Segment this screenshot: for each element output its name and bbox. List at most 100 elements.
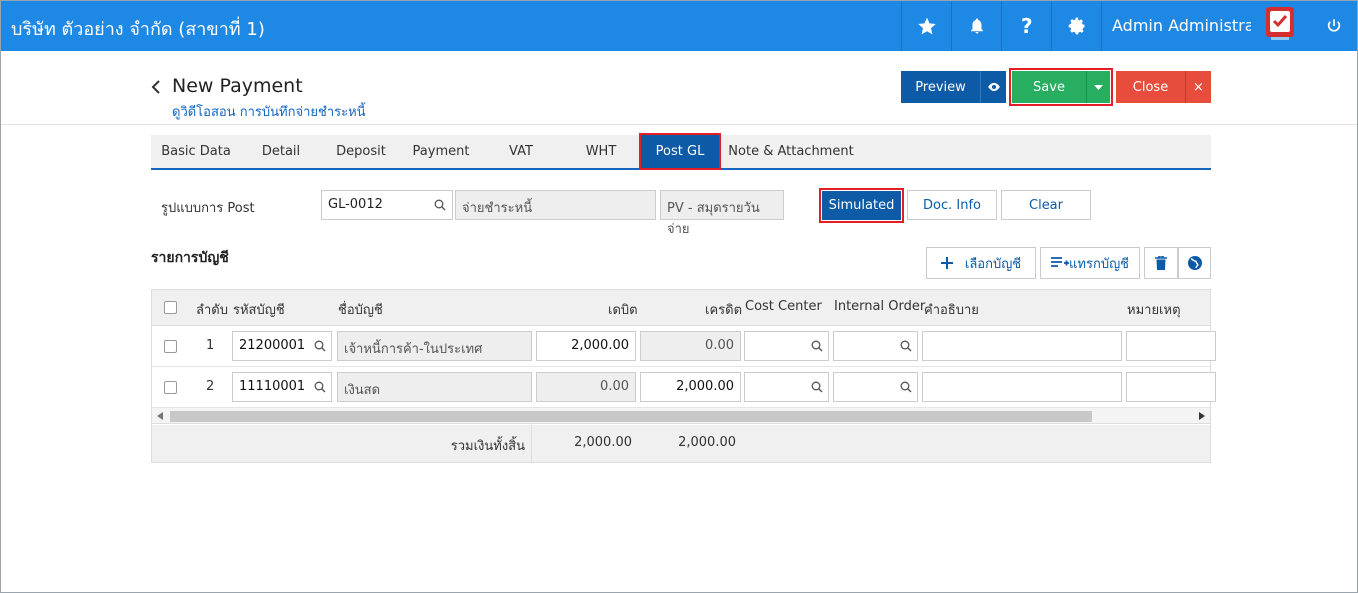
simulated-button[interactable]: Simulated bbox=[822, 191, 901, 220]
tab-wht[interactable]: WHT bbox=[561, 135, 641, 168]
scroll-left-icon[interactable] bbox=[157, 412, 163, 420]
preview-eye-button[interactable] bbox=[980, 71, 1006, 103]
internal-order-input[interactable] bbox=[833, 331, 918, 361]
gear-icon bbox=[1068, 17, 1084, 35]
logout-button[interactable] bbox=[1311, 1, 1357, 51]
eye-icon bbox=[987, 82, 1000, 92]
search-icon[interactable] bbox=[811, 381, 823, 393]
close-button[interactable]: Close bbox=[1116, 71, 1185, 103]
tab-deposit[interactable]: Deposit bbox=[321, 135, 401, 168]
col-internal-order: Internal Order bbox=[834, 299, 926, 314]
credit-input[interactable]: 0.00 bbox=[640, 331, 741, 361]
total-credit: 2,000.00 bbox=[678, 435, 736, 450]
row-no: 2 bbox=[206, 379, 215, 394]
user-menu[interactable]: Admin Administrator bbox=[1101, 1, 1251, 51]
shield-check-icon[interactable] bbox=[1263, 6, 1297, 42]
cost-center-input[interactable] bbox=[744, 372, 829, 402]
account-code-value: 21200001 bbox=[239, 338, 306, 353]
table-row: 1 21200001 เจ้าหนี้การค้า-ในประเทศ 2,000… bbox=[152, 326, 1216, 367]
bell-icon bbox=[970, 18, 983, 34]
credit-input[interactable]: 2,000.00 bbox=[640, 372, 741, 402]
insert-account-button[interactable]: แทรกบัญชี bbox=[1040, 247, 1140, 279]
search-icon[interactable] bbox=[314, 381, 326, 393]
doc-info-button[interactable]: Doc. Info bbox=[907, 190, 997, 220]
globe-icon bbox=[1187, 256, 1202, 270]
description-input[interactable] bbox=[922, 331, 1122, 361]
account-code-value: 11110001 bbox=[239, 379, 306, 394]
caret-down-icon bbox=[1094, 84, 1103, 90]
tab-bar: Basic Data Detail Deposit Payment VAT WH… bbox=[151, 133, 1211, 170]
close-x-button[interactable]: × bbox=[1185, 71, 1211, 103]
scroll-thumb[interactable] bbox=[170, 411, 1092, 422]
insert-account-label: แทรกบัญชี bbox=[1069, 256, 1129, 272]
tab-post-gl[interactable]: Post GL bbox=[639, 133, 721, 170]
power-icon bbox=[1327, 19, 1341, 32]
search-icon[interactable] bbox=[434, 199, 446, 211]
save-dropdown-button[interactable] bbox=[1086, 71, 1110, 103]
total-debit: 2,000.00 bbox=[574, 435, 632, 450]
row-checkbox[interactable] bbox=[164, 340, 177, 353]
tab-note-attachment[interactable]: Note & Attachment bbox=[727, 135, 855, 168]
post-template-code-value: GL-0012 bbox=[328, 197, 383, 212]
settings-button[interactable] bbox=[1051, 1, 1101, 51]
clear-button[interactable]: Clear bbox=[1001, 190, 1091, 220]
remark-input[interactable] bbox=[1126, 372, 1216, 402]
back-chevron-icon[interactable] bbox=[149, 77, 163, 97]
search-icon[interactable] bbox=[900, 340, 912, 352]
accounts-section-title: รายการบัญชี bbox=[151, 250, 229, 266]
save-button[interactable]: Save bbox=[1012, 71, 1086, 103]
post-template-name-field: จ่ายชำระหนี้ bbox=[455, 190, 656, 220]
select-account-label: เลือกบัญชี bbox=[964, 256, 1022, 272]
select-account-button[interactable]: เลือกบัญชี bbox=[926, 247, 1036, 279]
row-checkbox[interactable] bbox=[164, 381, 177, 394]
preview-button[interactable]: Preview bbox=[901, 71, 980, 103]
tab-detail[interactable]: Detail bbox=[241, 135, 321, 168]
col-cost-center: Cost Center bbox=[745, 299, 822, 314]
col-credit: เครดิต bbox=[705, 303, 743, 318]
account-code-input[interactable]: 21200001 bbox=[232, 331, 332, 361]
tutorial-link[interactable]: ดูวิดีโอสอน การบันทึกจ่ายชำระหนี้ bbox=[172, 101, 366, 122]
search-icon[interactable] bbox=[900, 381, 912, 393]
cost-center-input[interactable] bbox=[744, 331, 829, 361]
debit-input[interactable]: 2,000.00 bbox=[536, 331, 636, 361]
trash-icon bbox=[1155, 256, 1167, 270]
search-icon[interactable] bbox=[314, 340, 326, 352]
internal-order-input[interactable] bbox=[833, 372, 918, 402]
globe-button[interactable] bbox=[1178, 247, 1211, 279]
scroll-right-icon[interactable] bbox=[1199, 412, 1205, 420]
insert-rows-icon bbox=[1051, 257, 1070, 267]
tab-payment[interactable]: Payment bbox=[401, 135, 481, 168]
company-name[interactable]: บริษัท ตัวอย่าง จำกัด (สาขาที่ 1) bbox=[11, 14, 265, 43]
plus-icon bbox=[940, 257, 953, 269]
account-name-field: เงินสด bbox=[337, 372, 532, 402]
col-description: คำอธิบาย bbox=[924, 303, 979, 318]
favorite-button[interactable] bbox=[901, 1, 951, 51]
help-button[interactable]: ? bbox=[1001, 1, 1051, 51]
tab-basic-data[interactable]: Basic Data bbox=[151, 135, 241, 168]
col-name: ชื่อบัญชี bbox=[338, 303, 383, 318]
post-template-code-input[interactable]: GL-0012 bbox=[321, 190, 453, 220]
delete-button[interactable] bbox=[1144, 247, 1178, 279]
header-divider bbox=[1, 124, 1357, 125]
search-icon[interactable] bbox=[811, 340, 823, 352]
table-row: 2 11110001 เงินสด 0.00 2,000.00 bbox=[152, 367, 1216, 408]
account-name-field: เจ้าหนี้การค้า-ในประเทศ bbox=[337, 331, 532, 361]
account-code-input[interactable]: 11110001 bbox=[232, 372, 332, 402]
accounts-table: ลำดับ รหัสบัญชี ชื่อบัญชี เดบิต เครดิต C… bbox=[151, 289, 1216, 463]
top-bar: บริษัท ตัวอย่าง จำกัด (สาขาที่ 1) ? Admi… bbox=[1, 1, 1357, 51]
post-template-label: รูปแบบการ Post bbox=[161, 201, 255, 216]
debit-input[interactable]: 0.00 bbox=[536, 372, 636, 402]
select-all-checkbox[interactable] bbox=[164, 301, 177, 314]
col-debit: เดบิต bbox=[608, 303, 638, 318]
star-icon bbox=[917, 17, 936, 35]
col-remark: หมายเหตุ bbox=[1127, 303, 1181, 318]
horizontal-scrollbar[interactable] bbox=[152, 408, 1210, 424]
tab-vat[interactable]: VAT bbox=[481, 135, 561, 168]
description-input[interactable] bbox=[922, 372, 1122, 402]
svg-text:?: ? bbox=[1021, 15, 1033, 37]
remark-input[interactable] bbox=[1126, 331, 1216, 361]
journal-field: PV - สมุดรายวันจ่าย bbox=[660, 190, 784, 237]
row-no: 1 bbox=[206, 338, 215, 353]
notification-button[interactable] bbox=[951, 1, 1001, 51]
help-icon: ? bbox=[1021, 15, 1033, 37]
